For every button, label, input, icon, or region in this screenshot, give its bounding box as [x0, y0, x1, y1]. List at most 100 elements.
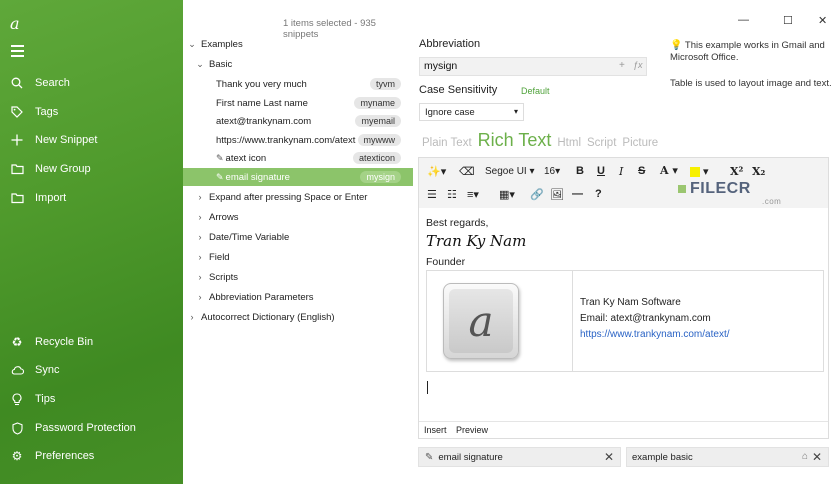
chevron-right-icon[interactable]: ›: [195, 272, 205, 282]
add-abbreviation-icon[interactable]: +: [619, 60, 625, 71]
company-url-link[interactable]: https://www.trankynam.com/atext/: [580, 329, 730, 340]
numbered-list-icon[interactable]: ☷: [447, 188, 457, 201]
sidebar-item-new-group[interactable]: New Group: [0, 157, 183, 181]
sidebar-item-import[interactable]: Import: [0, 186, 183, 210]
chevron-right-icon[interactable]: ›: [195, 232, 205, 242]
tab-html[interactable]: Html: [557, 137, 581, 149]
table-divider: [572, 271, 573, 371]
editor-footer: Insert Preview: [419, 421, 828, 438]
maximize-icon[interactable]: ☐: [783, 14, 793, 27]
abbreviation-input[interactable]: mysign: [419, 57, 647, 76]
eraser-icon[interactable]: ⌫: [459, 165, 475, 178]
clear-tags-icon[interactable]: ✕: [812, 450, 822, 464]
watermark-brand: FILECR: [690, 180, 751, 197]
sidebar-item-label: New Snippet: [35, 134, 98, 146]
tab-plain-text[interactable]: Plain Text: [422, 137, 472, 149]
tree-group-label: Date/Time Variable: [209, 231, 290, 243]
font-family-select[interactable]: Segoe UI ▾: [485, 166, 535, 177]
help-button[interactable]: ?: [595, 188, 602, 200]
text-cursor: [427, 381, 428, 394]
rich-text-pencil-icon: ✎: [216, 171, 224, 182]
superscript-button[interactable]: X²: [730, 165, 743, 178]
font-color-button[interactable]: A ▾: [660, 164, 678, 177]
sidebar-item-tips[interactable]: Tips: [0, 387, 183, 411]
case-sensitivity-select[interactable]: Ignore case ▾: [419, 103, 524, 121]
snippet-row[interactable]: First name Last name myname: [183, 94, 413, 112]
tab-rich-text[interactable]: Rich Text: [478, 130, 552, 151]
signature-text: Tran Ky Nam: [426, 232, 527, 250]
tree-group-basic[interactable]: ⌄ Basic: [195, 55, 232, 73]
tree-group-abbreviation-parameters[interactable]: › Abbreviation Parameters: [195, 288, 314, 306]
snippet-tags-chip[interactable]: example basic ⌂ ✕: [626, 447, 829, 467]
italic-button[interactable]: I: [619, 165, 623, 178]
align-icon[interactable]: ≡▾: [467, 188, 479, 201]
tree-group-datetime[interactable]: › Date/Time Variable: [195, 228, 290, 246]
editor-content[interactable]: Best regards, Tran Ky Nam Founder a Tran…: [419, 208, 828, 421]
tree-group-label: Basic: [209, 58, 233, 70]
bold-button[interactable]: B: [576, 165, 584, 177]
table-icon[interactable]: ▦▾: [499, 188, 515, 201]
snippet-tree: 1 items selected - 935 snippets ⌄ Exampl…: [183, 0, 413, 484]
magic-wand-icon[interactable]: ✨▾: [427, 165, 446, 178]
hint-text-2: Table is used to layout image and text.: [670, 78, 832, 89]
tree-group-autocorrect[interactable]: › Autocorrect Dictionary (English): [187, 308, 335, 326]
sidebar-item-recycle-bin[interactable]: ♻ Recycle Bin: [0, 330, 183, 354]
snippet-name: ✎ atext icon: [216, 153, 266, 164]
horizontal-rule-button[interactable]: —: [572, 188, 583, 200]
hamburger-menu-icon[interactable]: [11, 45, 24, 57]
snippet-row[interactable]: Thank you very much tyvm: [183, 75, 413, 93]
tag-icon: ⌂: [801, 451, 808, 462]
chevron-right-icon[interactable]: ›: [195, 192, 205, 202]
case-sensitivity-label: Case Sensitivity: [419, 84, 498, 96]
chevron-right-icon[interactable]: ›: [187, 312, 197, 322]
tree-group-label: Abbreviation Parameters: [209, 291, 314, 303]
subscript-button[interactable]: X₂: [752, 165, 765, 178]
chevron-right-icon[interactable]: ›: [195, 292, 205, 302]
tree-group-label: Scripts: [209, 271, 239, 283]
example-hint: 💡 This example works in Gmail and Micros…: [670, 40, 830, 64]
close-icon[interactable]: ✕: [818, 14, 827, 27]
selection-status: 1 items selected - 935 snippets: [283, 18, 376, 40]
font-size-select[interactable]: 16 ▾: [544, 166, 560, 177]
pencil-icon: ✎: [425, 451, 434, 463]
tree-group-expand[interactable]: › Expand after pressing Space or Enter: [195, 188, 368, 206]
chevron-down-icon[interactable]: ⌄: [187, 39, 197, 50]
sidebar-item-tags[interactable]: Tags: [0, 100, 183, 124]
tree-group-scripts[interactable]: › Scripts: [195, 268, 239, 286]
snippet-name: ✎ email signature: [216, 172, 290, 183]
chevron-right-icon[interactable]: ›: [195, 252, 205, 262]
tab-script[interactable]: Script: [587, 137, 616, 149]
chevron-right-icon[interactable]: ›: [195, 212, 205, 222]
tab-picture[interactable]: Picture: [622, 137, 658, 149]
tree-group-field[interactable]: › Field: [195, 248, 230, 266]
snippet-name-chip[interactable]: ✎ email signature ✕: [418, 447, 621, 467]
insert-button[interactable]: Insert: [424, 425, 447, 435]
sidebar-item-label: Import: [35, 192, 67, 204]
link-icon[interactable]: 🔗: [530, 188, 544, 201]
snippet-row[interactable]: https://www.trankynam.com/atext mywww: [183, 131, 413, 149]
function-icon[interactable]: ƒx: [633, 60, 643, 70]
preview-button[interactable]: Preview: [456, 425, 488, 435]
highlight-color-button[interactable]: ▾: [690, 165, 709, 178]
underline-button[interactable]: U: [597, 165, 605, 177]
bullet-list-icon[interactable]: ☰: [427, 188, 437, 201]
minimize-icon[interactable]: —: [738, 14, 749, 26]
strikethrough-button[interactable]: S: [638, 165, 645, 177]
snippet-row[interactable]: ✎ atext icon atexticon: [183, 149, 413, 167]
sidebar-item-new-snippet[interactable]: New Snippet: [0, 128, 183, 152]
sidebar-item-search[interactable]: Search: [0, 71, 183, 95]
image-icon[interactable]: 🖼: [550, 188, 564, 201]
case-sensitivity-default-link[interactable]: Default: [521, 86, 550, 96]
snippet-abbr-badge: myemail: [355, 115, 401, 127]
chevron-down-icon[interactable]: ⌄: [195, 59, 205, 70]
clear-name-icon[interactable]: ✕: [604, 450, 614, 464]
sidebar-item-sync[interactable]: Sync: [0, 358, 183, 382]
snippet-abbr-badge: mywww: [357, 134, 401, 146]
sidebar-item-preferences[interactable]: ⚙ Preferences: [0, 444, 183, 468]
sidebar-item-password-protection[interactable]: Password Protection: [0, 416, 183, 440]
tree-group-examples[interactable]: ⌄ Examples: [187, 35, 243, 53]
snippet-row-selected[interactable]: ✎ email signature mysign: [183, 168, 413, 186]
snippet-row[interactable]: atext@trankynam.com myemail: [183, 112, 413, 130]
tree-group-arrows[interactable]: › Arrows: [195, 208, 239, 226]
sidebar-item-label: Password Protection: [35, 422, 136, 434]
